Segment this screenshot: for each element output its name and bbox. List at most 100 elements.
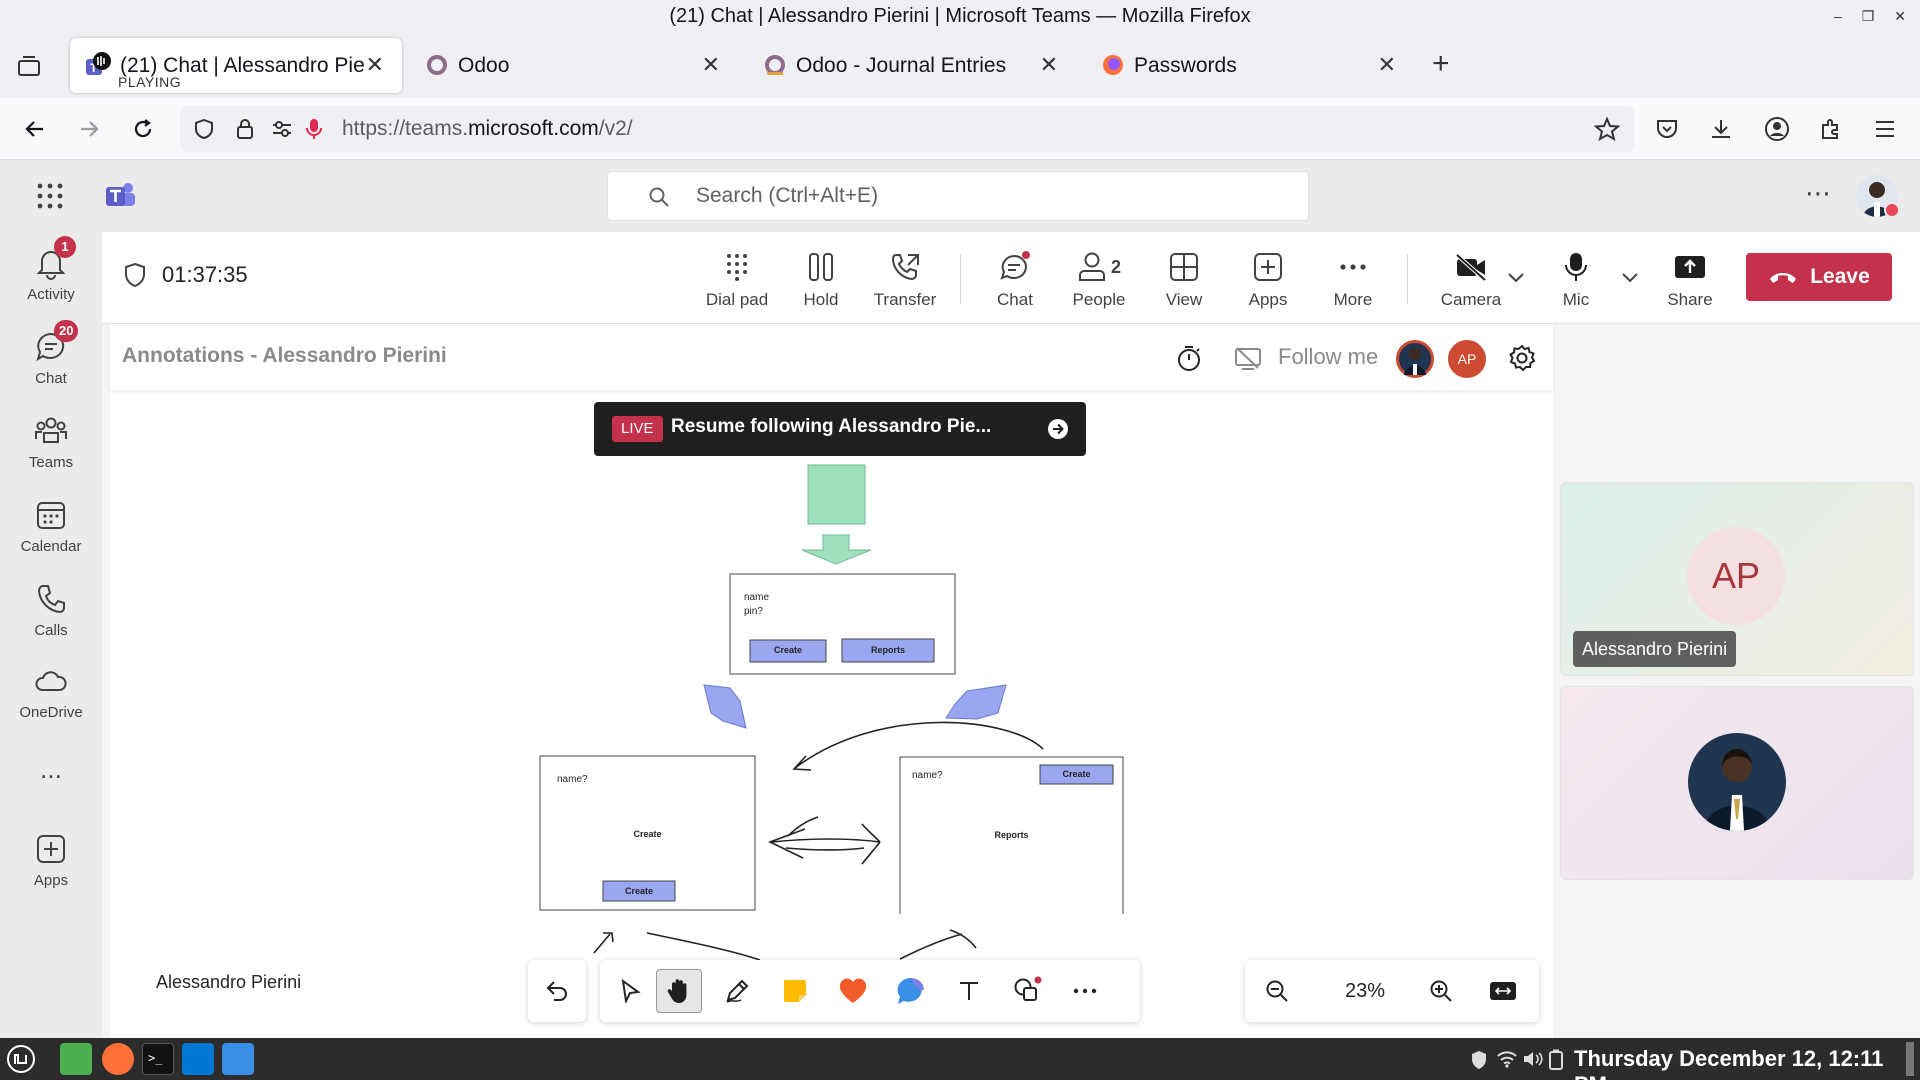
new-tab-button[interactable]: + (1432, 47, 1450, 81)
minimize-icon[interactable]: – (1834, 0, 1842, 33)
reload-button[interactable] (126, 112, 160, 146)
close-tab-icon[interactable]: ✕ (1040, 52, 1058, 78)
zoom-in-icon[interactable] (1429, 979, 1453, 1003)
timer-icon[interactable] (1176, 344, 1202, 372)
apps-button[interactable]: Apps (1228, 248, 1308, 310)
sketch-left-arrow (703, 684, 747, 729)
grid-view-icon (1170, 253, 1198, 281)
microphone-active-icon[interactable] (306, 117, 322, 141)
close-tab-icon[interactable]: ✕ (366, 52, 384, 78)
tab-odoo[interactable]: Odoo ✕ (408, 38, 738, 93)
file-manager-icon[interactable] (60, 1043, 92, 1075)
rail-item-activity[interactable]: 1 Activity (0, 236, 102, 303)
account-button[interactable] (1760, 112, 1794, 146)
battery-icon[interactable] (1548, 1049, 1564, 1071)
text-editor-icon[interactable] (222, 1043, 254, 1075)
resume-following-banner[interactable]: LIVE Resume following Alessandro Pie... (594, 402, 1086, 456)
self-video-tile[interactable] (1560, 686, 1914, 880)
tab-passwords[interactable]: Passwords ✕ (1084, 38, 1414, 93)
forward-button[interactable] (72, 112, 106, 146)
rail-item-chat[interactable]: 20 Chat (0, 320, 102, 387)
extensions-button[interactable] (1814, 112, 1848, 146)
rail-more-apps[interactable]: ... (0, 754, 102, 785)
sketch-up-arrow (593, 932, 614, 954)
chat-button[interactable]: Chat (975, 248, 1055, 310)
navigation-bar: https://teams.microsoft.com/v2/ (0, 98, 1920, 160)
zoom-out-icon[interactable] (1265, 979, 1289, 1003)
dial-pad-button[interactable]: Dial pad (697, 248, 777, 310)
clock[interactable]: Thursday December 12, 12:11 PM (1574, 1046, 1920, 1080)
zoom-level: 23% (1344, 980, 1386, 1002)
forward-arrow-icon (81, 121, 99, 137)
shield-tray-icon[interactable] (1470, 1050, 1488, 1070)
rail-item-onedrive[interactable]: OneDrive (0, 664, 102, 721)
permissions-icon[interactable] (271, 119, 293, 139)
fit-to-screen-icon[interactable] (1489, 981, 1517, 1001)
close-window-icon[interactable]: ✕ (1894, 0, 1906, 33)
menu-button[interactable] (1868, 112, 1902, 146)
shapes-tool[interactable] (1004, 969, 1050, 1013)
participant-avatar-initials[interactable]: AP (1448, 340, 1486, 378)
reaction-tool[interactable] (830, 969, 876, 1013)
url-text[interactable]: https://teams.microsoft.com/v2/ (342, 117, 633, 141)
hold-button[interactable]: Hold (781, 248, 861, 310)
chat-label: Chat (997, 290, 1033, 309)
pan-tool[interactable] (656, 969, 702, 1013)
app-launcher-icon[interactable] (36, 182, 64, 210)
search-input[interactable]: Search (Ctrl+Alt+E) (607, 171, 1309, 221)
rail-item-calls[interactable]: Calls (0, 582, 102, 639)
select-tool[interactable] (607, 969, 653, 1013)
vscode-icon[interactable] (182, 1043, 214, 1075)
camera-off-icon (1455, 253, 1487, 282)
participant-tile[interactable]: AP Alessandro Pierini (1560, 482, 1914, 676)
people-button[interactable]: 2 People (1059, 248, 1139, 310)
terminal-icon[interactable]: >_ (142, 1043, 174, 1075)
whiteboard-canvas[interactable]: name pin? Create Reports name? Create Cr… (110, 324, 1553, 1038)
settings-gear-icon[interactable] (1508, 344, 1536, 372)
share-button[interactable]: Share (1650, 248, 1730, 310)
downloads-button[interactable] (1704, 112, 1738, 146)
wifi-icon[interactable] (1496, 1050, 1518, 1068)
tab-teams-chat[interactable]: T (21) Chat | Alessandro Pierini PLAYING… (70, 38, 402, 93)
transfer-label: Transfer (873, 290, 937, 309)
mic-button[interactable]: Mic (1536, 248, 1616, 310)
sketch-label: Create (633, 829, 662, 839)
rail-item-calendar[interactable]: Calendar (0, 498, 102, 555)
back-button[interactable] (18, 112, 52, 146)
chat-badge: 20 (54, 320, 79, 342)
account-icon (1765, 117, 1789, 141)
more-tools-button[interactable] (1062, 969, 1108, 1013)
volume-icon[interactable] (1522, 1050, 1544, 1068)
rail-item-apps[interactable]: Apps (0, 832, 102, 889)
text-tool[interactable] (946, 969, 992, 1013)
view-button[interactable]: View (1144, 248, 1224, 310)
restore-icon[interactable]: ❐ (1862, 0, 1875, 33)
show-desktop-button[interactable] (1906, 1042, 1914, 1076)
pocket-button[interactable] (1650, 112, 1684, 146)
tab-list-button[interactable] (14, 51, 44, 81)
undo-button[interactable] (528, 960, 586, 1022)
bookmark-star-icon[interactable] (1594, 117, 1620, 141)
pen-tool[interactable] (714, 969, 760, 1013)
firefox-taskbar-icon[interactable] (102, 1043, 134, 1075)
camera-options-chevron-icon[interactable] (1506, 270, 1526, 284)
sketch-label: pin? (744, 606, 763, 617)
follow-me-button[interactable]: Follow me (1278, 344, 1378, 370)
rail-item-teams[interactable]: Teams (0, 414, 102, 471)
back-arrow-icon (25, 121, 43, 137)
person-photo-icon (1404, 348, 1426, 375)
url-bar[interactable]: https://teams.microsoft.com/v2/ (180, 106, 1634, 152)
transfer-button[interactable]: Transfer (865, 248, 945, 310)
more-options-icon[interactable]: ⋯ (1805, 178, 1831, 209)
close-tab-icon[interactable]: ✕ (1378, 52, 1396, 78)
more-button[interactable]: More (1313, 248, 1393, 310)
sticky-note-tool[interactable] (772, 969, 818, 1013)
app-rail: 1 Activity 20 Chat Teams Calendar Calls … (0, 232, 102, 1038)
leave-button[interactable]: Leave (1746, 253, 1892, 301)
participant-avatar-photo[interactable] (1396, 340, 1434, 378)
comment-tool[interactable] (888, 969, 934, 1013)
close-tab-icon[interactable]: ✕ (702, 52, 720, 78)
mic-options-chevron-icon[interactable] (1620, 270, 1640, 284)
tab-odoo-journal[interactable]: Odoo - Journal Entries ✕ (746, 38, 1076, 93)
mint-menu-icon[interactable] (6, 1044, 36, 1074)
